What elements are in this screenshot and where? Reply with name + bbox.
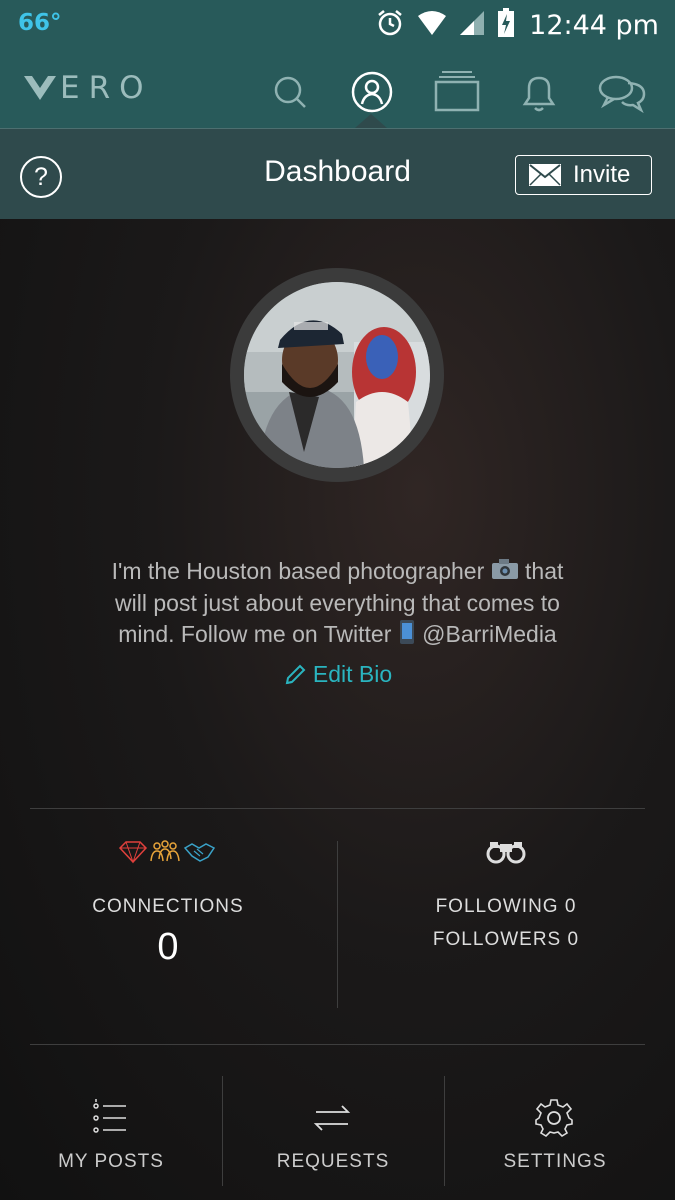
avatar-ring[interactable]: [230, 268, 444, 482]
bio-line-2: will post just about everything that com…: [115, 590, 560, 617]
status-icons: 12:44 pm: [363, 7, 659, 43]
gear-icon: [535, 1099, 573, 1138]
connections-value: 0: [157, 926, 179, 968]
invite-button[interactable]: Invite: [515, 155, 652, 195]
following-stat[interactable]: FOLLOWING 0 FOLLOWERS 0: [368, 839, 644, 951]
chat-icon: [598, 75, 646, 114]
connections-icons: [118, 840, 216, 864]
mail-icon: [529, 164, 561, 186]
edit-bio-label: Edit Bio: [312, 661, 393, 687]
settings-button[interactable]: SETTINGS: [444, 1084, 666, 1200]
requests-label: REQUESTS: [276, 1151, 390, 1172]
pencil-icon: [285, 664, 306, 684]
camera-emoji-icon: [491, 557, 519, 588]
signal-icon: [459, 10, 485, 41]
temperature-readout: 66°: [18, 10, 62, 36]
bio-text-3: mind. Follow me on Twitter: [118, 621, 392, 648]
avatar: [244, 282, 430, 468]
connections-label: CONNECTIONS: [92, 896, 244, 917]
stats-column-divider: [337, 841, 338, 1008]
profile-photo: [244, 282, 430, 468]
vero-v-icon: [24, 76, 56, 100]
notifications-icon: [522, 76, 556, 112]
mobile-phone-emoji-icon: [398, 619, 416, 653]
group-icon: [150, 840, 180, 862]
active-tab-pointer: [355, 114, 387, 128]
stats-top-divider: [30, 808, 645, 809]
bio-line-1: I'm the Houston based photographer that: [40, 556, 635, 588]
swap-arrows-icon: [313, 1105, 351, 1131]
list-icon: [93, 1099, 126, 1133]
nav-stream[interactable]: [434, 70, 480, 114]
clock: 12:44 pm: [529, 9, 659, 41]
bottom-nav-divider: [30, 1044, 645, 1045]
dashboard-content: I'm the Houston based photographer that …: [0, 219, 675, 1200]
battery-charging-icon: [497, 7, 515, 43]
following-label: FOLLOWING 0: [435, 896, 577, 917]
nav-notifications[interactable]: [517, 70, 561, 114]
nav-profile[interactable]: [350, 70, 394, 114]
invite-label: Invite: [573, 161, 631, 188]
bio-text-1: I'm the Houston based photographer: [111, 558, 485, 584]
settings-label: SETTINGS: [503, 1151, 607, 1172]
nav-chat[interactable]: [598, 70, 646, 114]
profile-bio: I'm the Houston based photographer that …: [40, 556, 635, 653]
connections-stat[interactable]: CONNECTIONS 0: [30, 839, 306, 969]
logo-text: ERO: [60, 70, 153, 106]
my-posts-label: MY POSTS: [58, 1151, 164, 1172]
edit-bio-link[interactable]: Edit Bio: [0, 661, 675, 688]
followers-label: FOLLOWERS 0: [432, 929, 580, 950]
binoculars-icon: [486, 842, 526, 864]
status-bar: 66° 12:44 pm: [0, 0, 675, 52]
bio-text-1-end: that: [525, 558, 564, 584]
search-icon: [274, 76, 306, 108]
profile-icon: [351, 71, 393, 113]
my-posts-button[interactable]: MY POSTS: [0, 1084, 222, 1200]
top-navigation: ERO: [0, 52, 675, 128]
alarm-icon: [375, 8, 405, 43]
twitter-handle: @BarriMedia: [422, 621, 557, 648]
bio-line-3: mind. Follow me on Twitter @BarriMedia: [40, 619, 635, 653]
diamond-icon: [118, 841, 148, 864]
handshake-icon: [183, 843, 216, 862]
wifi-icon: [417, 10, 447, 41]
vero-logo: ERO: [24, 70, 153, 106]
nav-search[interactable]: [268, 70, 312, 114]
dashboard-header: ? Dashboard Invite: [0, 128, 675, 220]
stream-icon: [434, 71, 480, 112]
requests-button[interactable]: REQUESTS: [222, 1084, 444, 1200]
